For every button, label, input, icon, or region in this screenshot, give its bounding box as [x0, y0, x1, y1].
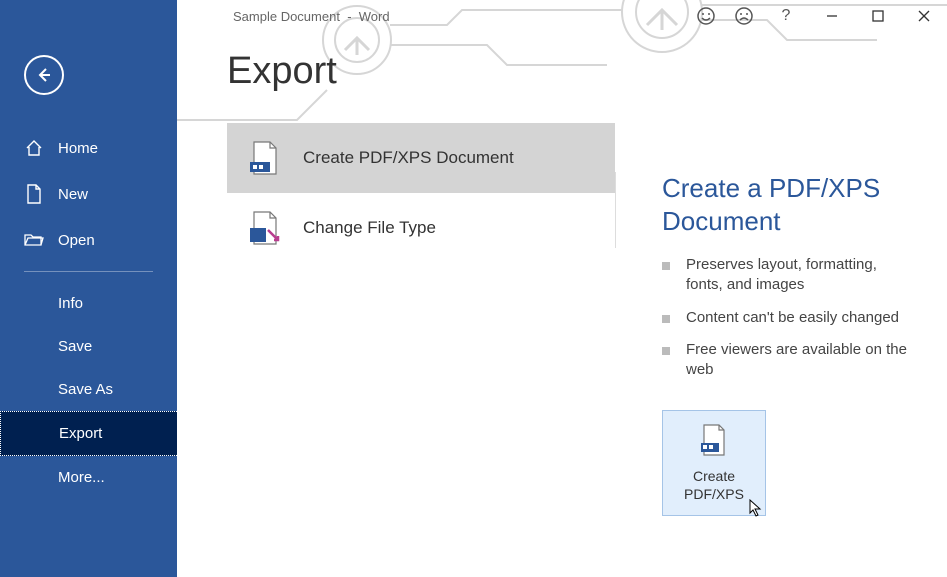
minimize-button[interactable]	[809, 0, 855, 32]
pdf-doc-icon	[245, 139, 283, 177]
option-change-file-type[interactable]: Change File Type	[227, 193, 615, 263]
maximize-icon	[872, 10, 884, 22]
nav-label: Open	[58, 232, 95, 249]
new-doc-icon	[24, 184, 44, 204]
maximize-button[interactable]	[855, 0, 901, 32]
nav-info[interactable]: Info	[0, 282, 177, 325]
feedback-happy-button[interactable]	[687, 0, 725, 32]
close-button[interactable]	[901, 0, 947, 32]
detail-title: Create a PDF/XPS Document	[662, 172, 917, 237]
pdf-doc-icon	[700, 423, 728, 459]
bullet-icon	[662, 347, 670, 355]
frown-icon	[734, 6, 754, 26]
nav-home[interactable]: Home	[0, 125, 177, 171]
titlebar: Sample Document - Word ?	[177, 0, 947, 32]
bullet-icon	[662, 262, 670, 270]
back-arrow-icon	[35, 66, 53, 84]
create-pdf-xps-button[interactable]: CreatePDF/XPS	[662, 410, 766, 516]
smile-icon	[696, 6, 716, 26]
close-icon	[918, 10, 930, 22]
titlebar-controls: ?	[687, 0, 947, 32]
page-title: Export	[227, 50, 615, 93]
change-type-icon	[245, 209, 283, 247]
main-panel: Sample Document - Word ? Export Create P…	[177, 0, 947, 577]
bullet-item: Preserves layout, formatting, fonts, and…	[662, 255, 917, 296]
open-folder-icon	[24, 230, 44, 250]
home-icon	[24, 138, 44, 158]
export-detail-column: Create a PDF/XPS Document Preserves layo…	[616, 32, 947, 577]
nav-open[interactable]: Open	[0, 217, 177, 263]
button-label: CreatePDF/XPS	[684, 467, 744, 503]
feedback-sad-button[interactable]	[725, 0, 763, 32]
mouse-cursor-icon	[749, 499, 763, 517]
option-label: Change File Type	[303, 218, 436, 238]
nav-new[interactable]: New	[0, 171, 177, 217]
help-button[interactable]: ?	[763, 0, 809, 32]
sidebar-divider	[24, 271, 153, 272]
nav-save-as[interactable]: Save As	[0, 368, 177, 411]
nav-label: Home	[58, 140, 98, 157]
document-title: Sample Document - Word	[233, 9, 390, 24]
bullet-item: Content can't be easily changed	[662, 308, 917, 328]
help-icon: ?	[782, 7, 791, 25]
content-area: Export Create PDF/XPS Document Change Fi…	[177, 32, 947, 577]
backstage-sidebar: Home New Open Info Save Save As Export M…	[0, 0, 177, 577]
back-button[interactable]	[24, 55, 64, 95]
bullet-icon	[662, 315, 670, 323]
minimize-icon	[826, 10, 838, 22]
nav-more[interactable]: More...	[0, 456, 177, 499]
nav-label: New	[58, 186, 88, 203]
nav-export[interactable]: Export	[0, 411, 177, 456]
export-options-column: Export Create PDF/XPS Document Change Fi…	[177, 32, 615, 577]
nav-save[interactable]: Save	[0, 325, 177, 368]
option-label: Create PDF/XPS Document	[303, 148, 514, 168]
bullet-item: Free viewers are available on the web	[662, 340, 917, 381]
option-create-pdf-xps[interactable]: Create PDF/XPS Document	[227, 123, 615, 193]
